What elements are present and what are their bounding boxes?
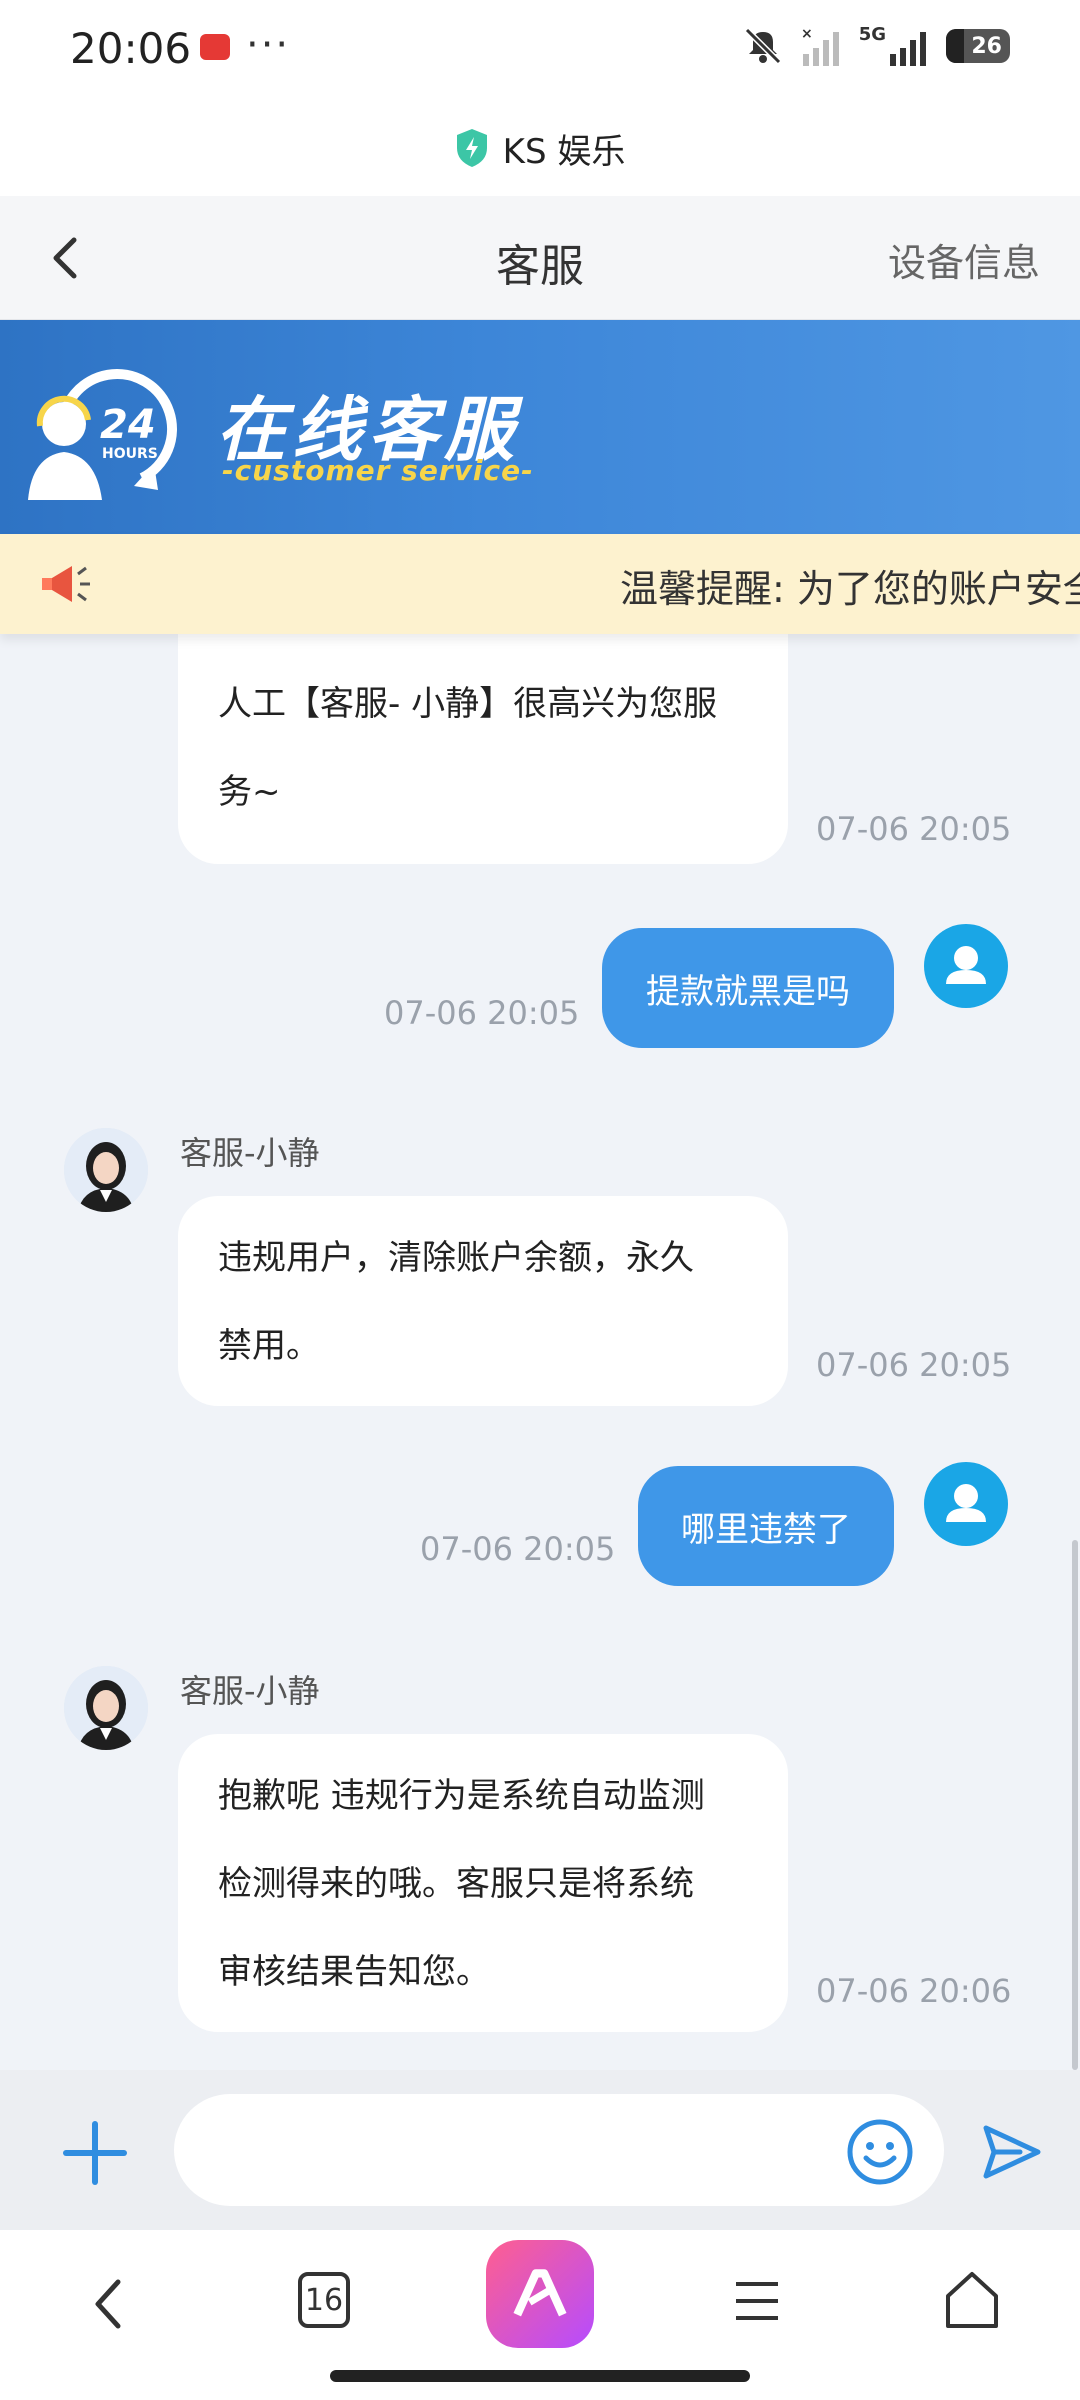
agent-24h-icon: 24 HOURS xyxy=(28,369,177,500)
banner-badge-sub: HOURS xyxy=(102,446,158,462)
agent-message-bubble: 您好，欢迎来访在线客服中心， 人工【客服- 小静】很高兴为您服 务~ xyxy=(178,634,788,864)
notice-text: 温馨提醒: 为了您的账户安全 xyxy=(620,567,1080,611)
user-message-bubble: 提款就黑是吗 xyxy=(602,928,894,1048)
message-text: 提款就黑是吗 xyxy=(646,971,850,1012)
status-icons: × 5G 26 xyxy=(741,24,1010,68)
agent-avatar[interactable] xyxy=(64,1666,148,1750)
mute-icon xyxy=(744,27,781,65)
status-bar: 20:06 ··· × 5G 26 xyxy=(0,0,1080,100)
browser-nav-bar: 16 xyxy=(0,2230,1080,2400)
message-time: 07-06 20:05 xyxy=(384,994,580,1032)
more-notifications-icon: ··· xyxy=(246,22,291,68)
battery-icon: 26 xyxy=(946,29,1010,63)
agent-name: 客服-小静 xyxy=(180,1672,320,1710)
user-icon xyxy=(946,946,986,984)
signal-icon: × xyxy=(801,26,839,66)
plus-icon[interactable] xyxy=(60,2118,130,2188)
user-message-bubble: 哪里违禁了 xyxy=(638,1466,894,1586)
app-logo-icon xyxy=(513,2269,567,2317)
message-time: 07-06 20:06 xyxy=(816,1972,1012,2010)
page-header: 客服 设备信息 xyxy=(0,196,1080,320)
network-type: 5G xyxy=(858,23,886,45)
banner-badge: 24 xyxy=(100,402,156,448)
message-input[interactable] xyxy=(174,2094,944,2206)
agent-photo xyxy=(64,1128,148,1212)
message-text: 您好，欢迎来访在线客服中心， xyxy=(218,634,748,660)
message-text: 抱歉呢 违规行为是系统自动监测 xyxy=(218,1776,705,1816)
message-text: 务~ xyxy=(218,772,281,812)
device-info-link[interactable]: 设备信息 xyxy=(888,232,1040,287)
signal-5g-icon xyxy=(890,32,926,66)
message-text: 人工【客服- 小静】很高兴为您服 xyxy=(218,684,718,724)
megaphone-icon xyxy=(42,566,90,602)
home-indicator[interactable] xyxy=(330,2370,750,2382)
message-time: 07-06 20:05 xyxy=(420,1530,616,1568)
notification-icon xyxy=(200,34,230,60)
tab-count: 16 xyxy=(304,2282,344,2318)
composer-bar xyxy=(0,2070,1080,2230)
send-icon[interactable] xyxy=(980,2122,1042,2182)
chat-area[interactable]: 您好，欢迎来访在线客服中心， 人工【客服- 小静】很高兴为您服 务~ 07-06… xyxy=(0,634,1080,2070)
agent-message-bubble: 违规用户，清除账户余额，永久 禁用。 xyxy=(178,1196,788,1406)
chat-scrollbar[interactable] xyxy=(1072,1540,1078,2070)
banner-subtitle-text: -customer service- xyxy=(222,454,534,487)
message-time: 07-06 20:05 xyxy=(816,810,1012,848)
site-name: KS 娱乐 xyxy=(502,131,626,172)
battery-level: 26 xyxy=(971,33,1002,59)
agent-photo xyxy=(64,1666,148,1750)
banner-subtitle: -customer service- xyxy=(222,454,534,487)
agent-name: 客服-小静 xyxy=(180,1134,320,1172)
message-text: 违规用户，清除账户余额，永久 xyxy=(218,1238,694,1278)
agent-message-bubble: 抱歉呢 违规行为是系统自动监测 检测得来的哦。客服只是将系统 审核结果告知您。 xyxy=(178,1734,788,2032)
home-icon[interactable] xyxy=(944,2270,1000,2330)
user-icon xyxy=(946,1484,986,1522)
message-text: 检测得来的哦。客服只是将系统 xyxy=(218,1864,694,1904)
nav-back-icon[interactable] xyxy=(86,2274,130,2334)
message-time: 07-06 20:05 xyxy=(816,1346,1012,1384)
message-text: 禁用。 xyxy=(218,1326,320,1366)
shield-icon xyxy=(456,129,487,167)
notice-bar: 温馨提醒: 为了您的账户安全 xyxy=(0,534,1080,634)
smiley-icon[interactable] xyxy=(846,2118,914,2186)
message-text: 哪里违禁了 xyxy=(681,1509,851,1550)
menu-icon[interactable] xyxy=(734,2278,780,2324)
service-banner: 24 HOURS 在线客服 -customer service- xyxy=(0,320,1080,534)
message-text: 审核结果告知您。 xyxy=(218,1952,490,1992)
app-logo-button[interactable] xyxy=(486,2240,594,2348)
user-avatar[interactable] xyxy=(924,924,1008,1008)
status-time: 20:06 xyxy=(70,24,192,73)
tabs-button[interactable]: 16 xyxy=(298,2272,350,2328)
agent-avatar[interactable] xyxy=(64,1128,148,1212)
svg-text:×: × xyxy=(801,26,813,42)
site-bar[interactable]: KS 娱乐 xyxy=(0,100,1080,196)
user-avatar[interactable] xyxy=(924,1462,1008,1546)
